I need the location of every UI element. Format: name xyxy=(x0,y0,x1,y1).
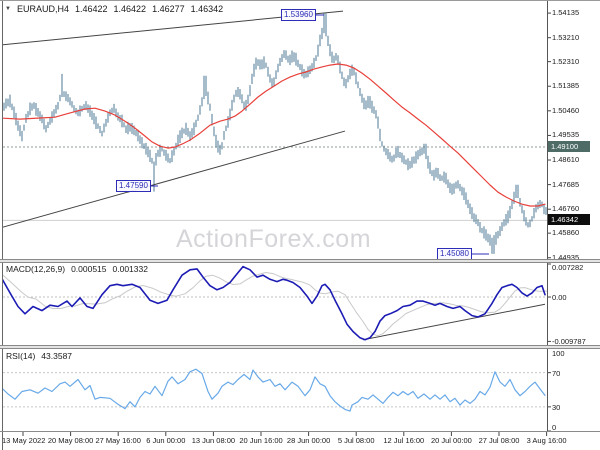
symbol-label: EURAUD,H4 xyxy=(16,4,69,14)
price-axis-label: 1.45860 xyxy=(552,228,580,238)
rsi-axis-label: 70 xyxy=(552,368,561,378)
time-axis-label: 20 Jul 00:00 xyxy=(430,436,472,445)
time-axis-label: 6 Jun 00:00 xyxy=(146,436,186,445)
price-annotation-resistance: 1.53960 xyxy=(281,9,316,21)
time-axis-label: 27 May 16:00 xyxy=(95,436,141,445)
macd-signal-value: 0.001332 xyxy=(112,264,148,274)
ohlc-low: 1.46277 xyxy=(152,4,185,14)
price-axis-label: 1.47685 xyxy=(552,179,580,189)
time-axis-label: 20 May 08:00 xyxy=(47,436,94,445)
macd-axis-label: 0.00 xyxy=(552,293,567,303)
time-axis-label: 20 Jun 16:00 xyxy=(239,436,283,445)
price-axis-label: 1.54135 xyxy=(552,8,580,18)
price-axis-label: 1.52310 xyxy=(552,56,580,66)
rsi-value: 43.3587 xyxy=(41,351,73,361)
time-axis-label: 27 Jul 08:00 xyxy=(478,436,520,445)
chart-dropdown-icon[interactable]: ▼ xyxy=(5,6,11,12)
time-axis-label: 13 May 2022 xyxy=(2,436,46,445)
macd-axis-label: 0.007282 xyxy=(552,263,584,272)
chart-left-border xyxy=(2,1,3,450)
rsi-name: RSI(14) xyxy=(6,351,36,361)
ohlc-open: 1.46422 xyxy=(74,4,108,14)
price-axis-label: 1.51385 xyxy=(552,81,580,91)
symbol-ohlc-header: ▼ EURAUD,H4 1.46422 1.46422 1.46277 1.46… xyxy=(5,4,223,14)
axis-tag-marked-level: 1.49100 xyxy=(548,140,590,152)
macd-indicator-label: MACD(12,26,9) 0.000515 0.001332 xyxy=(6,264,148,274)
time-axis-label: 3 Aug 16:00 xyxy=(526,436,567,445)
price-annotation-support: 1.47590 xyxy=(116,180,151,192)
ohlc-high: 1.46422 xyxy=(113,4,147,14)
price-axis-label: 1.46760 xyxy=(552,204,580,214)
panel-separator[interactable] xyxy=(0,345,600,349)
time-axis-label: 12 Jul 16:00 xyxy=(383,436,425,445)
chart-canvas[interactable] xyxy=(0,1,600,450)
panel-separator[interactable] xyxy=(0,259,600,263)
ohlc-close: 1.46342 xyxy=(190,4,224,14)
rsi-axis-label: 100 xyxy=(552,349,565,358)
time-axis-label: 13 Jun 08:00 xyxy=(191,436,236,445)
price-axis-label: 1.50460 xyxy=(552,105,580,115)
axis-tag-last-price: 1.46342 xyxy=(548,214,590,226)
rsi-axis-label: 30 xyxy=(552,402,561,412)
time-axis-label: 28 Jun 00:00 xyxy=(286,436,331,445)
time-axis-border xyxy=(0,431,600,432)
macd-name: MACD(12,26,9) xyxy=(6,264,66,274)
macd-value: 0.000515 xyxy=(71,264,107,274)
chart-window: ActionForex.com ▼ EURAUD,H4 1.46422 1.46… xyxy=(0,0,600,450)
price-axis-label: 1.53210 xyxy=(552,32,580,42)
time-axis-label: 5 Jul 08:00 xyxy=(337,436,375,445)
rsi-indicator-label: RSI(14) 43.3587 xyxy=(6,351,72,361)
price-axis-label: 1.48610 xyxy=(552,155,580,165)
price-axis-label: 1.49535 xyxy=(552,130,580,140)
